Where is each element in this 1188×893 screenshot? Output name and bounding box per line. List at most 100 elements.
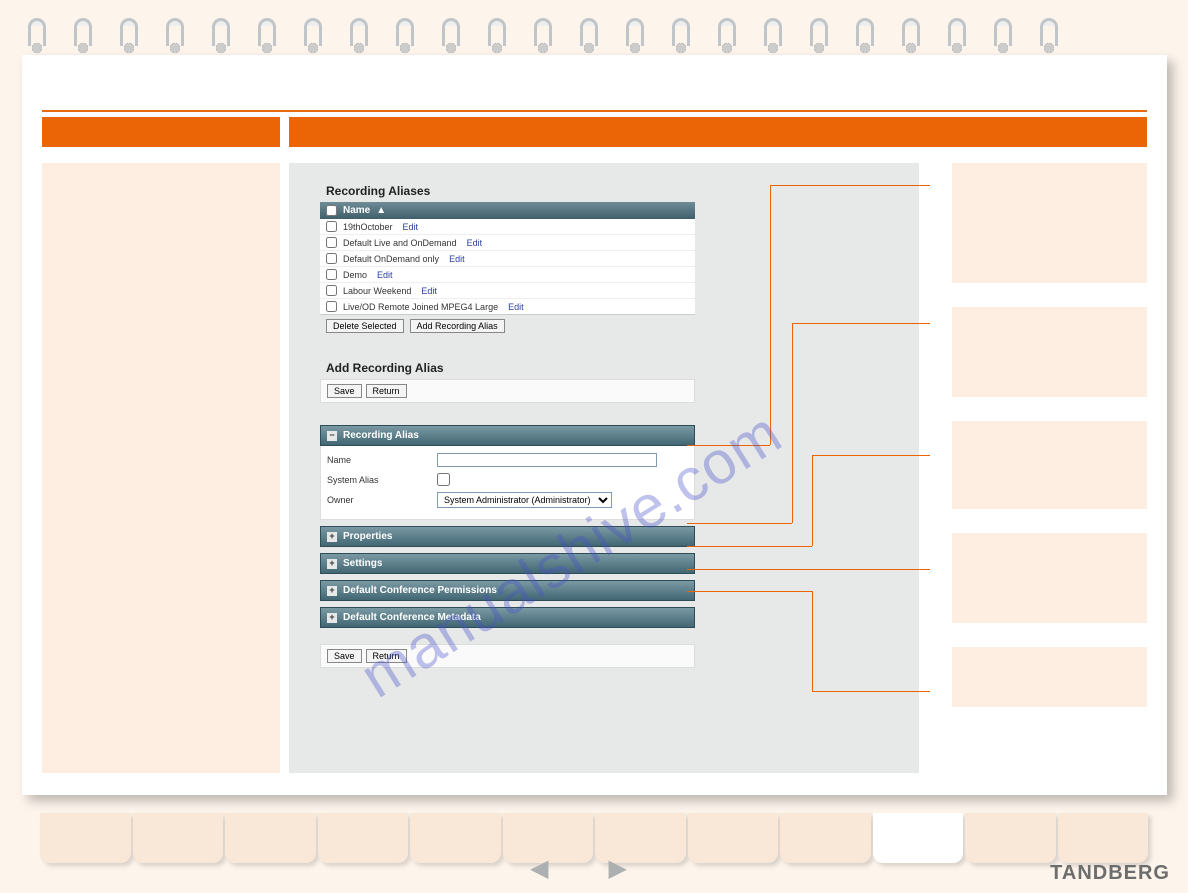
row-checkbox[interactable] [326, 221, 337, 232]
owner-select[interactable]: System Administrator (Administrator) [437, 492, 612, 508]
name-input[interactable] [437, 453, 657, 467]
tab[interactable] [965, 813, 1056, 863]
connector-line [770, 185, 771, 445]
column-name-header[interactable]: Name [343, 205, 370, 216]
field-system-alias-row: System Alias [327, 470, 688, 489]
section-properties[interactable]: + Properties [320, 526, 695, 547]
section-label: Default Conference Permissions [343, 585, 497, 596]
connector-line [812, 691, 930, 692]
prev-page-icon[interactable]: ◀ [530, 854, 548, 883]
callout-block [952, 163, 1147, 283]
expand-icon: + [327, 559, 337, 569]
bottom-save-row: Save Return [320, 644, 695, 668]
recording-aliases-panel: Recording Aliases Name ▲ 19thOctober Edi… [320, 180, 695, 668]
tab[interactable] [780, 813, 871, 863]
connector-line [770, 185, 930, 186]
connector-line [812, 455, 813, 546]
return-button[interactable]: Return [366, 384, 407, 398]
delete-selected-button[interactable]: Delete Selected [326, 319, 404, 333]
tab[interactable] [688, 813, 779, 863]
owner-label: Owner [327, 495, 427, 505]
edit-link[interactable]: Edit [377, 270, 393, 280]
edit-link[interactable]: Edit [508, 302, 524, 312]
table-row: Labour Weekend Edit [320, 282, 695, 298]
tab[interactable] [318, 813, 409, 863]
section-settings[interactable]: + Settings [320, 553, 695, 574]
row-name: Demo [343, 270, 367, 280]
tab-active[interactable] [873, 813, 964, 863]
return-button[interactable]: Return [366, 649, 407, 663]
system-alias-checkbox[interactable] [437, 473, 450, 486]
notebook-page: Recording Aliases Name ▲ 19thOctober Edi… [22, 55, 1167, 795]
connector-line [687, 445, 770, 446]
tab[interactable] [410, 813, 501, 863]
table-row: 19thOctober Edit [320, 219, 695, 234]
expand-icon: + [327, 586, 337, 596]
edit-link[interactable]: Edit [421, 286, 437, 296]
section-label: Recording Alias [343, 430, 419, 441]
left-column-placeholder [42, 163, 280, 773]
tab[interactable] [133, 813, 224, 863]
row-name: Default Live and OnDemand [343, 238, 457, 248]
callout-block [952, 647, 1147, 707]
expand-icon: + [327, 613, 337, 623]
aliases-action-row: Delete Selected Add Recording Alias [320, 315, 695, 337]
section-permissions[interactable]: + Default Conference Permissions [320, 580, 695, 601]
brand-logo: TANDBERG [1050, 862, 1170, 885]
field-owner-row: Owner System Administrator (Administrato… [327, 489, 688, 511]
edit-link[interactable]: Edit [467, 238, 483, 248]
right-callouts-column [952, 163, 1147, 707]
table-row: Default Live and OnDemand Edit [320, 234, 695, 250]
row-name: Live/OD Remote Joined MPEG4 Large [343, 302, 498, 312]
field-name-row: Name [327, 450, 688, 470]
edit-link[interactable]: Edit [449, 254, 465, 264]
save-button[interactable]: Save [327, 649, 362, 663]
tab[interactable] [40, 813, 131, 863]
connector-line [687, 591, 812, 592]
row-checkbox[interactable] [326, 237, 337, 248]
callout-block [952, 307, 1147, 397]
system-alias-label: System Alias [327, 475, 427, 485]
edit-link[interactable]: Edit [403, 222, 419, 232]
connector-line [687, 569, 930, 570]
row-checkbox[interactable] [326, 285, 337, 296]
table-row: Live/OD Remote Joined MPEG4 Large Edit [320, 298, 695, 314]
callout-block [952, 533, 1147, 623]
save-button[interactable]: Save [327, 384, 362, 398]
aliases-table-body: 19thOctober Edit Default Live and OnDema… [320, 219, 695, 315]
next-page-icon[interactable]: ▶ [608, 854, 626, 883]
row-checkbox[interactable] [326, 253, 337, 264]
callout-block [952, 421, 1147, 509]
table-row: Default OnDemand only Edit [320, 250, 695, 266]
add-recording-alias-button[interactable]: Add Recording Alias [410, 319, 505, 333]
sort-asc-icon: ▲ [376, 205, 386, 216]
tab[interactable] [1058, 813, 1149, 863]
row-checkbox[interactable] [326, 301, 337, 312]
table-row: Demo Edit [320, 266, 695, 282]
recording-aliases-title: Recording Aliases [320, 180, 695, 202]
section-recording-alias[interactable]: − Recording Alias [320, 425, 695, 446]
section-label: Settings [343, 558, 382, 569]
connector-line [687, 523, 792, 524]
name-label: Name [327, 455, 427, 465]
top-save-row: Save Return [320, 379, 695, 403]
select-all-checkbox[interactable] [326, 205, 337, 216]
connector-line [687, 546, 812, 547]
add-alias-title: Add Recording Alias [320, 355, 695, 379]
row-name: 19thOctober [343, 222, 393, 232]
row-checkbox[interactable] [326, 269, 337, 280]
collapse-icon: − [327, 431, 337, 441]
section-label: Default Conference Metadata [343, 612, 481, 623]
connector-line [792, 323, 793, 523]
header-bar-right [289, 117, 1147, 147]
row-name: Default OnDemand only [343, 254, 439, 264]
spiral-binding [28, 18, 1168, 58]
recording-alias-form-body: Name System Alias Owner System Administr… [320, 446, 695, 520]
divider-rule [42, 110, 1147, 112]
header-bar-left [42, 117, 280, 147]
tab[interactable] [225, 813, 316, 863]
row-name: Labour Weekend [343, 286, 411, 296]
expand-icon: + [327, 532, 337, 542]
connector-line [792, 323, 930, 324]
section-metadata[interactable]: + Default Conference Metadata [320, 607, 695, 628]
